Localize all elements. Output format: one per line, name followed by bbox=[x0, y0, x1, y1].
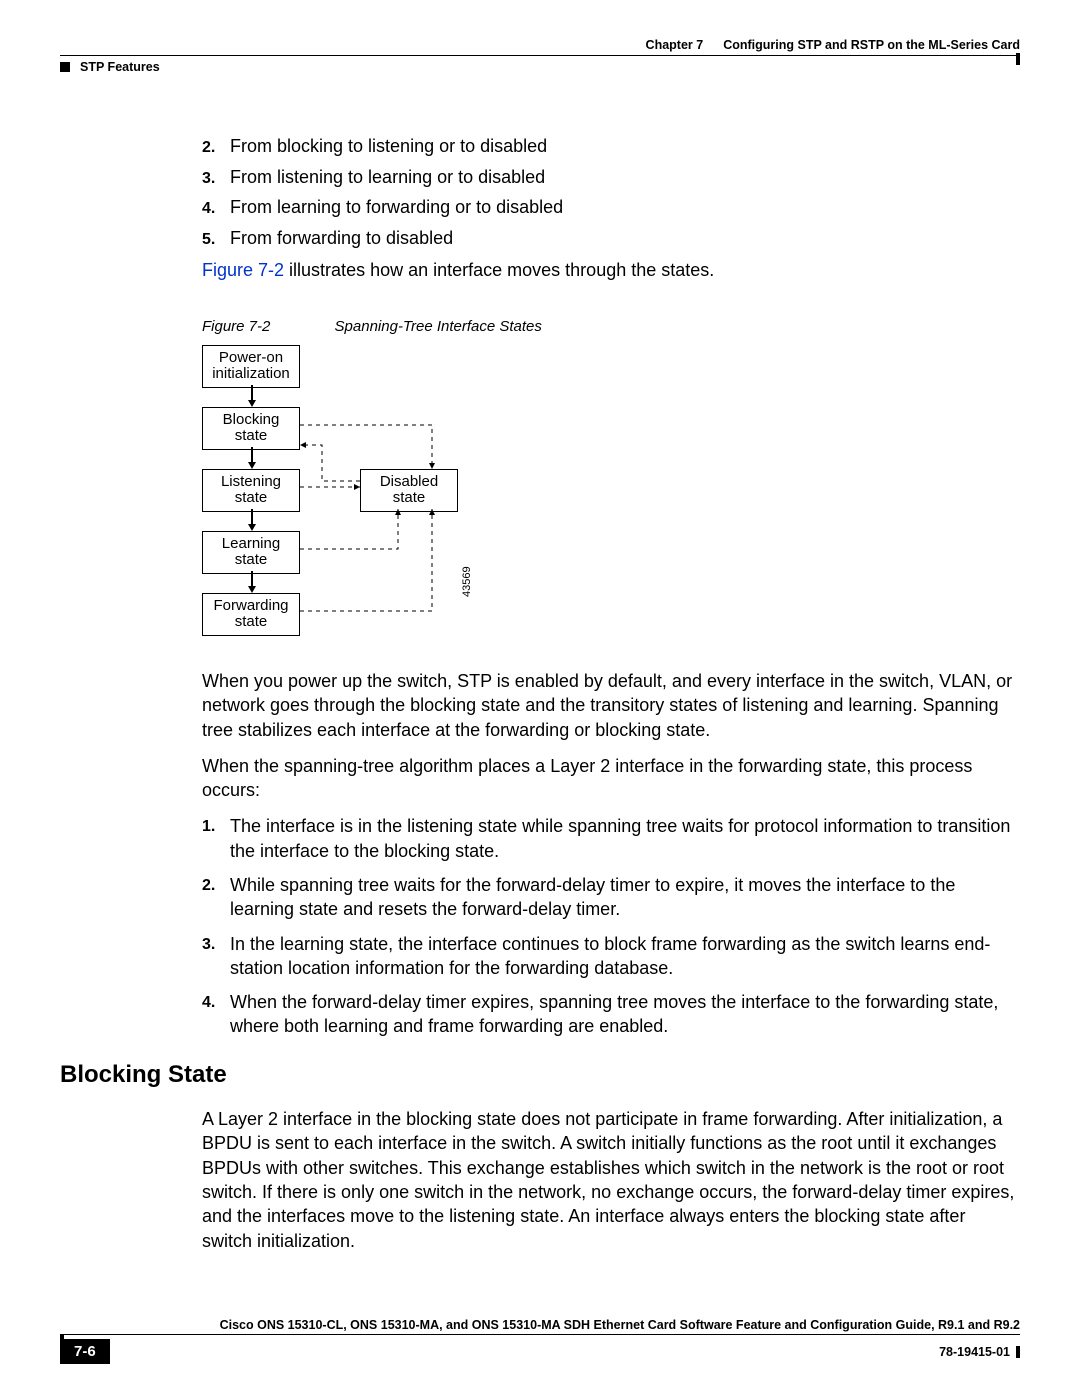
box-listening: Listening state bbox=[202, 469, 300, 512]
list-item: 2.From blocking to listening or to disab… bbox=[202, 134, 1020, 159]
section-name: STP Features bbox=[80, 60, 160, 74]
paragraph: A Layer 2 interface in the blocking stat… bbox=[202, 1107, 1020, 1253]
list-item: 3.In the learning state, the interface c… bbox=[202, 932, 1020, 981]
figure-ref-line: Figure 7-2 illustrates how an interface … bbox=[202, 258, 1020, 282]
page: Chapter 7 Configuring STP and RSTP on th… bbox=[0, 0, 1080, 1398]
box-blocking: Blocking state bbox=[202, 407, 300, 450]
doc-number: 78-19415-01 bbox=[939, 1345, 1020, 1359]
figure-caption: Figure 7-2 Spanning-Tree Interface State… bbox=[202, 317, 1020, 337]
box-forwarding: Forwarding state bbox=[202, 593, 300, 636]
running-header: Chapter 7 Configuring STP and RSTP on th… bbox=[60, 38, 1020, 52]
header-rule bbox=[60, 55, 1020, 56]
list-item: 4.When the forward-delay timer expires, … bbox=[202, 990, 1020, 1039]
list-item: 5.From forwarding to disabled bbox=[202, 226, 1020, 251]
list-item: 3.From listening to learning or to disab… bbox=[202, 165, 1020, 190]
section-heading: Blocking State bbox=[60, 1059, 1020, 1091]
diagram-id: 43569 bbox=[460, 566, 475, 597]
paragraph: When the spanning-tree algorithm places … bbox=[202, 754, 1020, 803]
section-marker-icon bbox=[60, 62, 70, 72]
process-list: 1.The interface is in the listening stat… bbox=[202, 814, 1020, 1038]
list-item: 4.From learning to forwarding or to disa… bbox=[202, 195, 1020, 220]
box-learning: Learning state bbox=[202, 531, 300, 574]
box-disabled: Disabled state bbox=[360, 469, 458, 512]
box-power-on: Power-on initialization bbox=[202, 345, 300, 388]
chapter-label: Chapter 7 bbox=[646, 38, 704, 52]
doc-title: Cisco ONS 15310-CL, ONS 15310-MA, and ON… bbox=[60, 1318, 1020, 1335]
body-content: 2.From blocking to listening or to disab… bbox=[202, 134, 1020, 1253]
paragraph: When you power up the switch, STP is ena… bbox=[202, 669, 1020, 742]
list-item: 2.While spanning tree waits for the forw… bbox=[202, 873, 1020, 922]
list-item: 1.The interface is in the listening stat… bbox=[202, 814, 1020, 863]
page-footer: Cisco ONS 15310-CL, ONS 15310-MA, and ON… bbox=[60, 1318, 1020, 1364]
chapter-title: Configuring STP and RSTP on the ML-Serie… bbox=[723, 38, 1020, 52]
figure-link[interactable]: Figure 7-2 bbox=[202, 260, 284, 280]
transition-list: 2.From blocking to listening or to disab… bbox=[202, 134, 1020, 250]
state-diagram: Power-on initialization Blocking state L… bbox=[202, 345, 472, 641]
page-number-badge: 7-6 bbox=[60, 1339, 110, 1364]
